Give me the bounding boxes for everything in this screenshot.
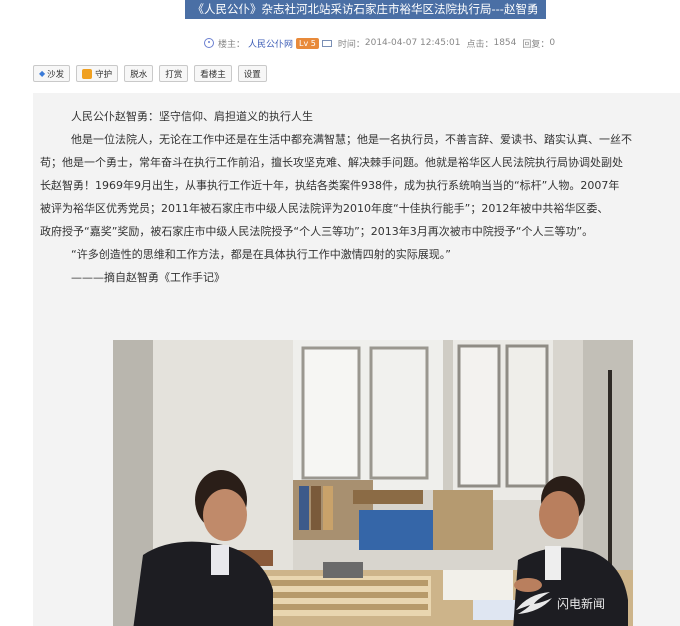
post-paragraph-line: 长赵智勇！1969年9月出生，从事执行工作近十年，执结各类案件938件，成为执行…: [40, 179, 620, 192]
post-subtitle: 人民公仆赵智勇：坚守信仰、肩担道义的执行人生: [71, 110, 313, 123]
post-photo: 闪电新闻: [113, 340, 633, 626]
guard-button[interactable]: 守护: [76, 65, 119, 82]
dehydrate-label: 脱水: [130, 69, 148, 80]
level-badge: Lv 5: [296, 37, 319, 49]
user-icon: [204, 38, 214, 48]
time-label: 时间：: [337, 39, 365, 50]
post-body: 人民公仆赵智勇：坚守信仰、肩担道义的执行人生 他是一位法院人，无论在工作中还是在…: [40, 105, 680, 289]
view-op-button[interactable]: 看楼主: [194, 65, 232, 82]
post-content: 人民公仆赵智勇：坚守信仰、肩担道义的执行人生 他是一位法院人，无论在工作中还是在…: [33, 93, 680, 626]
diamond-icon: ◆: [39, 69, 46, 78]
reply-count: 0: [549, 38, 556, 48]
sofa-label: 沙发: [47, 69, 65, 80]
post-toolbar: ◆ 沙发 守护 脱水 打赏 看楼主 设置: [33, 65, 267, 82]
tip-label: 打赏: [165, 69, 183, 80]
shield-icon: [82, 68, 93, 79]
thread-title: 《人民公仆》杂志社河北站采访石家庄市裕华区法院执行局---赵智勇: [185, 0, 546, 19]
author-link[interactable]: 人民公仆网: [248, 37, 293, 50]
mail-icon[interactable]: [321, 39, 332, 47]
view-op-label: 看楼主: [200, 69, 226, 80]
watermark-text: 闪电新闻: [556, 596, 605, 611]
post-meta: 楼主： 人民公仆网 Lv 5 时间： 2014-04-07 12:45:01 点…: [204, 36, 555, 50]
guard-label: 守护: [95, 69, 113, 80]
post-paragraph-line: 苟；他是一个勇士，常年奋斗在执行工作前沿，擅长攻坚克难、解决棘手问题。他就是裕华…: [40, 156, 623, 169]
office-scene-image: [113, 340, 633, 626]
tip-button[interactable]: 打赏: [159, 65, 189, 82]
watermark: 闪电新闻: [514, 590, 605, 616]
click-count: 1854: [493, 38, 517, 48]
post-time: 2014-04-07 12:45:01: [364, 38, 461, 48]
replies-label: 回复：: [522, 39, 550, 50]
post-paragraph-line: 他是一位法院人，无论在工作中还是在生活中都充满智慧；他是一名执行员，不善言辞、爱…: [71, 133, 632, 146]
post-paragraph-line: 政府授予“嘉奖”奖励，被石家庄市中级人民法院授予“个人三等功”；2013年3月再…: [40, 225, 594, 238]
post-quote-source: ———摘自赵智勇《工作手记》: [71, 271, 225, 284]
settings-button[interactable]: 设置: [237, 65, 267, 82]
clicks-label: 点击：: [466, 39, 494, 50]
post-paragraph-line: 被评为裕华区优秀党员；2011年被石家庄市中级人民法院评为2010年度“十佳执行…: [40, 202, 609, 215]
lightning-logo-icon: [515, 592, 552, 614]
sofa-button[interactable]: ◆ 沙发: [33, 65, 71, 82]
settings-label: 设置: [243, 69, 261, 80]
dehydrate-button[interactable]: 脱水: [124, 65, 154, 82]
post-quote: “许多创造性的思维和工作方法，都是在具体执行工作中激情四射的实际展现。”: [71, 248, 451, 261]
author-label: 楼主：: [218, 39, 246, 50]
